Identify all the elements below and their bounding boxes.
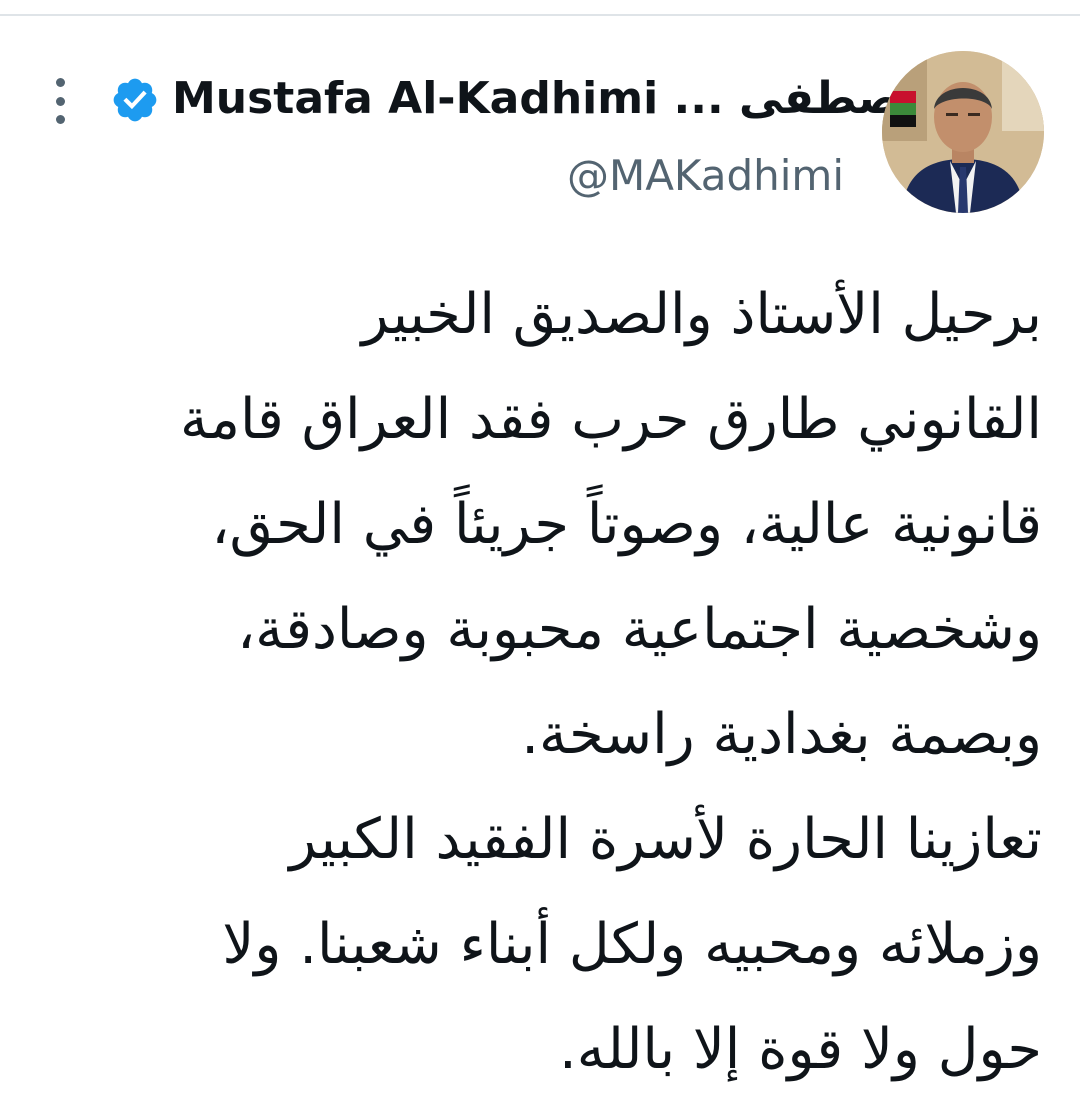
more-dot xyxy=(55,78,65,87)
more-options-icon[interactable] xyxy=(45,78,75,124)
tweet-card[interactable]: Mustafa Al-Kadhimi ... مصطفى @MAKadhimi … xyxy=(0,0,1080,1113)
tweet-line: القانوني طارق حرب فقد العراق قامة xyxy=(179,387,1042,452)
tweet-line: وشخصية اجتماعية محبوبة وصادقة، xyxy=(237,597,1042,662)
tweet-line: برحيل الأستاذ والصديق الخبير xyxy=(361,282,1042,347)
display-name[interactable]: Mustafa Al-Kadhimi ... مصطفى xyxy=(172,70,929,128)
avatar-portrait xyxy=(882,51,1044,213)
tweet-line: حول ولا قوة إلا بالله. xyxy=(558,1017,1042,1082)
tweet-line: تعازينا الحارة لأسرة الفقيد الكبير xyxy=(289,807,1042,872)
tweet-line: قانونية عالية، وصوتاً جريئاً في الحق، xyxy=(211,492,1042,557)
tweet-line: وزملائه ومحبيه ولكل أبناء شعبنا. ولا xyxy=(222,912,1042,977)
more-dot xyxy=(55,115,65,124)
avatar[interactable] xyxy=(882,51,1044,213)
verified-badge-icon xyxy=(113,78,157,122)
tweet-text: برحيل الأستاذ والصديق الخبير القانوني طا… xyxy=(62,262,1042,1102)
user-handle[interactable]: @MAKadhimi xyxy=(567,148,844,204)
more-dot xyxy=(55,96,65,106)
tweet-line: وبصمة بغدادية راسخة. xyxy=(521,702,1042,767)
